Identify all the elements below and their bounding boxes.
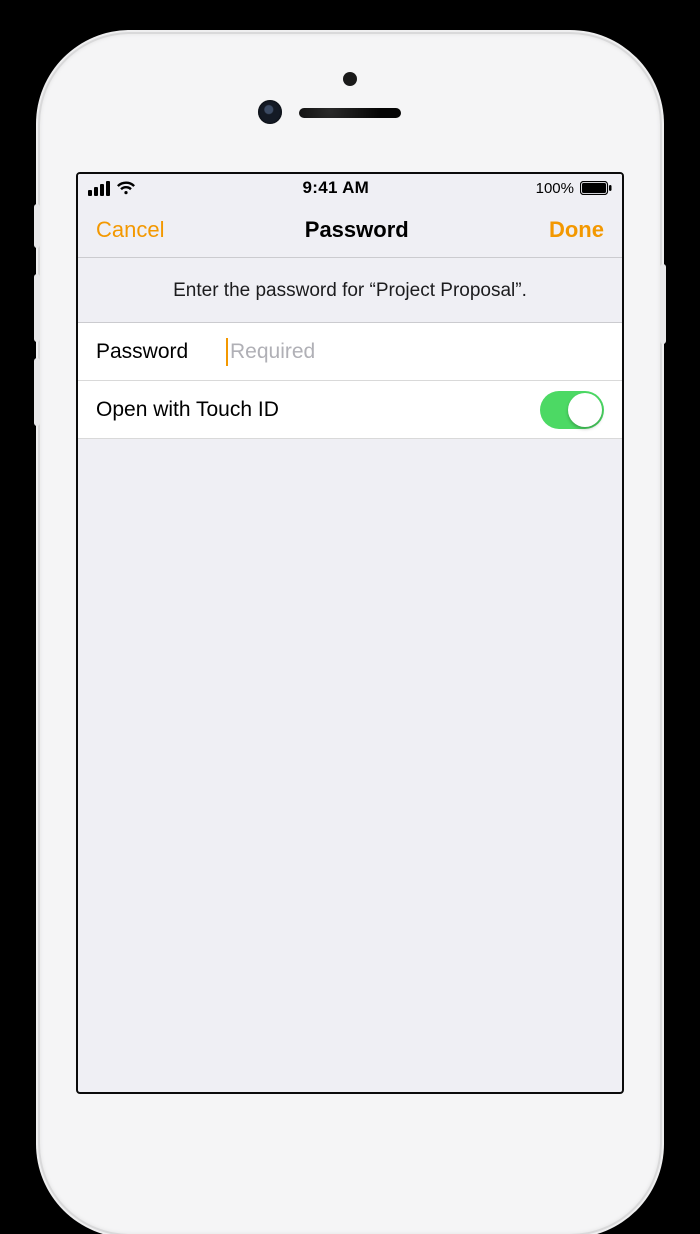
wifi-icon — [116, 181, 136, 195]
text-cursor — [226, 338, 228, 366]
front-camera — [258, 100, 282, 124]
battery-percentage: 100% — [536, 180, 574, 197]
touch-id-label: Open with Touch ID — [96, 398, 279, 422]
password-input[interactable] — [226, 340, 604, 364]
password-label: Password — [96, 340, 226, 364]
status-time: 9:41 AM — [302, 178, 369, 198]
power-button — [660, 264, 666, 344]
status-bar: 9:41 AM 100% — [78, 174, 622, 202]
proximity-sensor — [343, 72, 357, 86]
navbar: Cancel Password Done — [78, 202, 622, 258]
navbar-title: Password — [305, 217, 409, 243]
password-row[interactable]: Password — [78, 323, 622, 381]
earpiece-speaker — [299, 108, 401, 118]
touch-id-toggle[interactable] — [540, 391, 604, 429]
done-button[interactable]: Done — [549, 217, 604, 243]
password-prompt: Enter the password for “Project Proposal… — [78, 258, 622, 323]
touch-id-row: Open with Touch ID — [78, 381, 622, 439]
battery-icon — [580, 181, 612, 195]
screen: 9:41 AM 100% Cancel Password Done Enter … — [76, 172, 624, 1094]
cancel-button[interactable]: Cancel — [96, 217, 164, 243]
volume-up-button — [34, 274, 40, 342]
volume-down-button — [34, 358, 40, 426]
cellular-signal-icon — [88, 181, 110, 196]
mute-switch — [34, 204, 40, 248]
iphone-device-frame: 9:41 AM 100% Cancel Password Done Enter … — [40, 34, 660, 1234]
